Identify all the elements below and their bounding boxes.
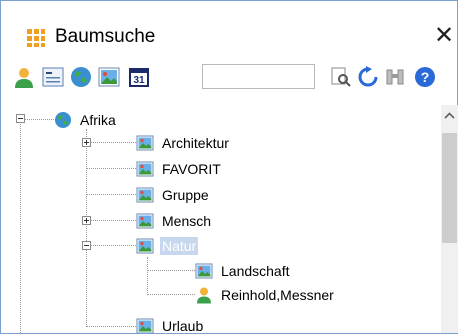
tree-search-window: Baumsuche ✕ 31 ? Afrika Architektur FAVO… (0, 0, 458, 334)
tree-node-favorit[interactable]: FAVORIT (136, 158, 223, 180)
tree-node-landschaft[interactable]: Landschaft (195, 260, 292, 282)
tree-node-mensch[interactable]: Mensch (136, 210, 213, 232)
title-bar: Baumsuche ✕ (1, 1, 457, 57)
text-field-icon[interactable] (41, 65, 65, 89)
image-icon (136, 318, 154, 333)
close-icon: ✕ (433, 22, 455, 49)
person-icon[interactable] (12, 65, 36, 89)
svg-text:31: 31 (133, 75, 145, 86)
image-icon (195, 263, 213, 279)
binoculars-icon[interactable] (383, 65, 407, 89)
vertical-scrollbar[interactable] (441, 105, 458, 333)
tree-node-label: Architektur (162, 135, 229, 151)
tree-line (20, 121, 21, 333)
image-icon (136, 238, 154, 254)
tree-node-reinhold-messner[interactable]: Reinhold,Messner (195, 284, 336, 306)
tree-node-label: Gruppe (162, 187, 209, 203)
image-icon (136, 187, 154, 203)
tree-line (86, 326, 136, 327)
tree-node-label: Reinhold,Messner (221, 287, 334, 303)
tree-line (147, 294, 195, 295)
tree-line (147, 270, 195, 271)
expand-toggle[interactable] (82, 216, 91, 225)
tree-line (90, 220, 136, 221)
image-icon (136, 135, 154, 151)
collapse-toggle[interactable] (16, 114, 25, 123)
chevron-up-icon[interactable] (441, 109, 458, 123)
tree-line (90, 245, 136, 246)
image-icon (136, 161, 154, 177)
globe-icon[interactable] (69, 65, 93, 89)
refresh-icon[interactable] (356, 65, 380, 89)
tree-node-label: FAVORIT (162, 161, 221, 177)
image-icon (136, 213, 154, 229)
tree-line (86, 129, 87, 327)
tree-node-label: Natur (160, 237, 199, 255)
find-icon[interactable] (329, 65, 353, 89)
collapse-toggle[interactable] (82, 241, 91, 250)
tree-line (86, 194, 136, 195)
tree-line (147, 257, 148, 295)
window-title: Baumsuche (55, 26, 156, 47)
tree-node-afrika[interactable]: Afrika (54, 109, 118, 131)
tree-line (86, 168, 136, 169)
expand-toggle[interactable] (82, 138, 91, 147)
tree-node-urlaub[interactable]: Urlaub (136, 315, 205, 333)
search-input[interactable] (202, 64, 315, 89)
help-icon[interactable]: ? (413, 65, 437, 89)
tree-node-label: Mensch (162, 213, 212, 229)
close-button[interactable]: ✕ (431, 23, 457, 49)
tree-node-label: Urlaub (162, 318, 204, 333)
svg-text:?: ? (421, 69, 430, 85)
tree-view: Afrika Architektur FAVORIT Gruppe Mensch… (6, 105, 439, 333)
person-icon (197, 287, 211, 304)
tree-node-architektur[interactable]: Architektur (136, 132, 231, 154)
scrollbar-thumb[interactable] (442, 133, 457, 243)
tree-line (90, 142, 136, 143)
tree-node-natur[interactable]: Natur (136, 235, 199, 257)
grid-icon (27, 29, 45, 47)
tree-line (24, 119, 54, 120)
tree-node-label: Landschaft (221, 263, 290, 279)
tree-node-label: Afrika (80, 112, 116, 128)
tree-node-gruppe[interactable]: Gruppe (136, 184, 211, 206)
globe-icon (55, 112, 71, 128)
image-icon[interactable] (97, 65, 121, 89)
calendar-icon[interactable]: 31 (127, 65, 151, 89)
